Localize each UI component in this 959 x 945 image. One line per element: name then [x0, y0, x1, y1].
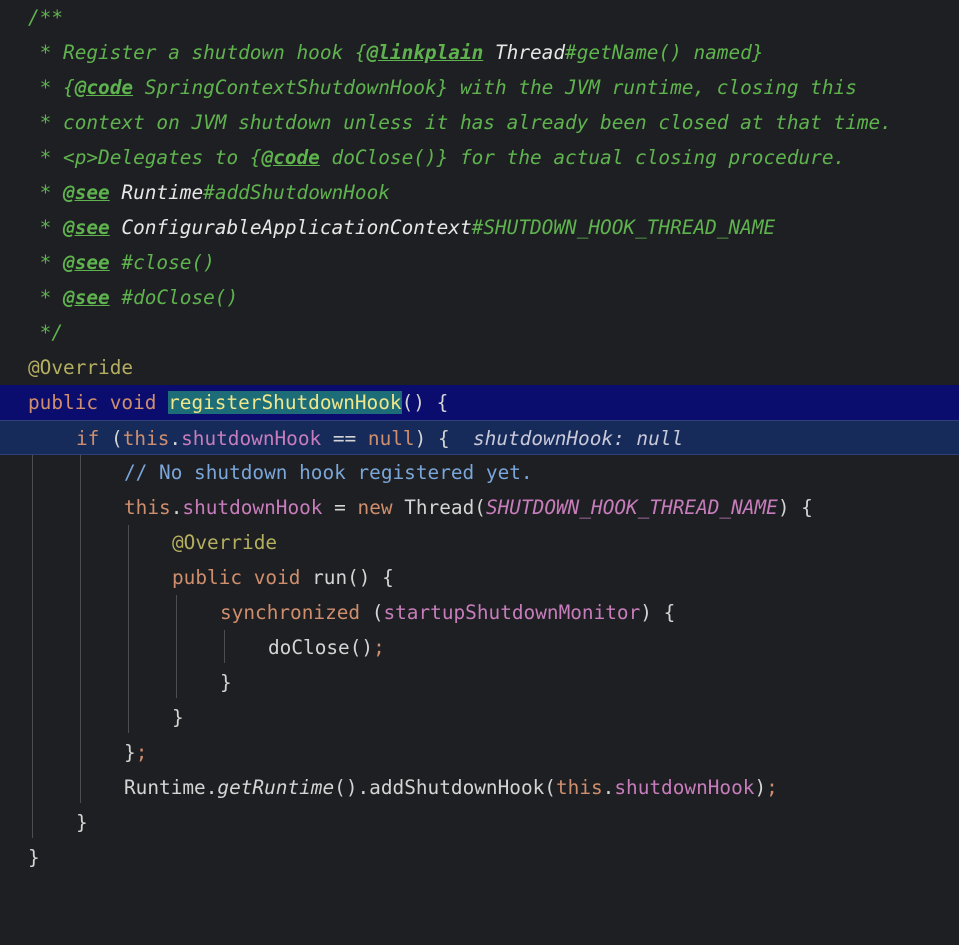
keyword: synchronized — [220, 601, 361, 624]
javadoc-ref: ConfigurableApplicationContext — [109, 216, 472, 239]
field-ref: shutdownHook — [181, 427, 322, 450]
code-line[interactable]: doClose(); — [0, 630, 959, 665]
code-line[interactable]: * <p>Delegates to {@code doClose()} for … — [0, 140, 959, 175]
keyword: new — [357, 496, 393, 519]
javadoc-close: */ — [28, 321, 64, 344]
code-line[interactable]: this.shutdownHook = new Thread(SHUTDOWN_… — [0, 490, 959, 525]
javadoc-text: #SHUTDOWN_HOOK_THREAD_NAME — [471, 216, 776, 239]
closing-brace: } — [76, 811, 88, 834]
code-line[interactable]: // No shutdown hook registered yet. — [0, 455, 959, 490]
closing-brace: } — [124, 741, 136, 764]
code-editor[interactable]: /** * Register a shutdown hook {@linkpla… — [0, 0, 959, 893]
javadoc-tag: @see — [63, 251, 110, 274]
code-line[interactable]: * @see Runtime#addShutdownHook — [0, 175, 959, 210]
keyword: this — [122, 427, 170, 450]
constant-ref: SHUTDOWN_HOOK_THREAD_NAME — [485, 496, 778, 519]
code-line[interactable]: }; — [0, 735, 959, 770]
semicolon: ; — [135, 741, 148, 764]
code-text: ( — [99, 427, 123, 450]
keyword: this — [124, 496, 171, 519]
line-comment: // No shutdown hook registered yet. — [124, 461, 533, 484]
code-line[interactable]: * Register a shutdown hook {@linkplain T… — [0, 35, 959, 70]
javadoc-text: * <p>Delegates to { — [28, 146, 262, 169]
code-text: == — [321, 427, 368, 450]
code-text: ( — [360, 601, 384, 624]
javadoc-text: * Register a shutdown hook { — [28, 41, 367, 64]
code-line[interactable]: * {@code SpringContextShutdownHook} with… — [0, 70, 959, 105]
semicolon: ; — [766, 776, 778, 799]
code-line[interactable]: */ — [0, 315, 959, 350]
keyword: if — [76, 427, 100, 450]
code-line[interactable]: * @see #close() — [0, 245, 959, 280]
code-text: . — [602, 776, 615, 799]
javadoc-tag: @code — [261, 146, 320, 169]
closing-brace: } — [28, 846, 40, 869]
code-line[interactable]: } — [0, 700, 959, 735]
semicolon: ; — [373, 636, 385, 659]
javadoc-tag: @linkplain — [366, 41, 484, 64]
code-text: . — [169, 427, 182, 450]
javadoc-ref: Thread — [483, 41, 566, 64]
field-ref: startupShutdownMonitor — [383, 601, 641, 624]
code-text: ().addShutdownHook( — [334, 776, 556, 799]
javadoc-text: SpringContextShutdownHook} with the JVM … — [133, 76, 857, 99]
code-line[interactable]: @Override — [0, 525, 959, 560]
code-text: ) { — [414, 427, 473, 450]
field-ref: shutdownHook — [614, 776, 755, 799]
code-text: = — [322, 496, 358, 519]
inline-debug-value: shutdownHook: null — [472, 427, 684, 450]
code-line[interactable]: * context on JVM shutdown unless it has … — [0, 105, 959, 140]
code-line[interactable]: @Override — [0, 350, 959, 385]
closing-brace: } — [172, 706, 184, 729]
javadoc-text: * — [28, 181, 64, 204]
javadoc-text: doClose()} for the actual closing proced… — [319, 146, 846, 169]
annotation: @Override — [172, 531, 278, 554]
field-ref: shutdownHook — [182, 496, 323, 519]
javadoc-text: * { — [28, 76, 75, 99]
code-line[interactable]: } — [0, 665, 959, 700]
javadoc-text: * — [28, 251, 64, 274]
javadoc-tag: @see — [63, 216, 110, 239]
keyword: public void — [172, 566, 313, 589]
code-text: ) { — [640, 601, 676, 624]
javadoc-open: /** — [28, 6, 64, 29]
execution-line[interactable]: public void registerShutdownHook() { — [0, 385, 959, 420]
selected-method-name[interactable]: registerShutdownHook — [168, 391, 402, 414]
current-debug-line[interactable]: if (this.shutdownHook == null) { shutdow… — [0, 420, 959, 455]
code-text: run() { — [312, 566, 394, 589]
code-line[interactable]: Runtime.getRuntime().addShutdownHook(thi… — [0, 770, 959, 805]
code-line[interactable]: * @see ConfigurableApplicationContext#SH… — [0, 210, 959, 245]
javadoc-tag: @code — [74, 76, 134, 99]
keyword: this — [555, 776, 603, 799]
javadoc-text: #close() — [109, 251, 215, 274]
closing-brace: } — [220, 671, 232, 694]
code-text: Thread( — [392, 496, 486, 519]
annotation: @Override — [28, 356, 134, 379]
code-text: . — [170, 496, 183, 519]
code-line[interactable]: /** — [0, 0, 959, 35]
code-line[interactable]: * @see #doClose() — [0, 280, 959, 315]
code-line[interactable]: public void run() { — [0, 560, 959, 595]
javadoc-text: #addShutdownHook — [203, 181, 390, 204]
javadoc-text: * — [28, 286, 64, 309]
code-line[interactable]: } — [0, 805, 959, 840]
javadoc-ref: Runtime — [109, 181, 204, 204]
javadoc-text: * — [28, 216, 64, 239]
code-text: Runtime. — [124, 776, 218, 799]
javadoc-text: #doClose() — [109, 286, 239, 309]
javadoc-text: #getName() named} — [565, 41, 764, 64]
code-text: doClose() — [268, 636, 374, 659]
javadoc-text: * context on JVM shutdown unless it has … — [28, 111, 892, 134]
code-line[interactable]: synchronized (startupShutdownMonitor) { — [0, 595, 959, 630]
code-text: ) — [754, 776, 767, 799]
javadoc-tag: @see — [63, 181, 110, 204]
keyword: null — [367, 427, 415, 450]
code-text: ) { — [777, 496, 813, 519]
code-text: () { — [401, 391, 449, 414]
static-method-call: getRuntime — [217, 776, 335, 799]
keyword: public void — [28, 391, 169, 414]
code-line[interactable]: } — [0, 840, 959, 875]
javadoc-tag: @see — [63, 286, 110, 309]
